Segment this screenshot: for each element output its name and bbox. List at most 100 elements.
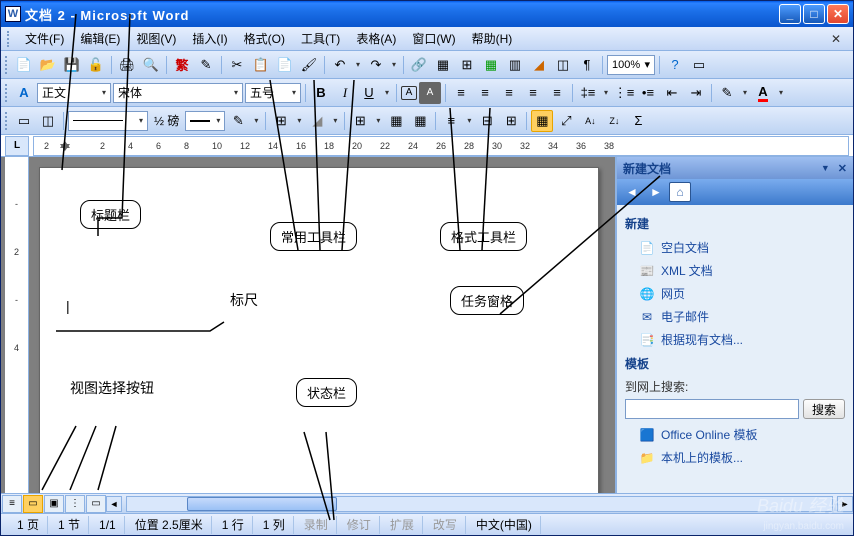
taskpane-search-input[interactable] bbox=[625, 399, 799, 419]
minimize-button[interactable]: _ bbox=[779, 4, 801, 24]
font-combo[interactable]: 宋体▾ bbox=[113, 83, 243, 103]
eraser-icon[interactable]: ◫ bbox=[37, 110, 59, 132]
document-area[interactable]: | 标题栏 常用工具栏 格式工具栏 标尺 任务窗格 视图选择按钮 状态栏 bbox=[29, 157, 615, 493]
tables-borders-icon[interactable]: ▦ bbox=[432, 54, 454, 76]
taskpane-menu-dropdown[interactable]: ▼ bbox=[821, 163, 830, 173]
scroll-right-button[interactable]: ► bbox=[837, 496, 853, 512]
shading-color-icon[interactable]: ◢ bbox=[306, 110, 328, 132]
italic-icon[interactable]: I bbox=[334, 82, 356, 104]
hanging-indent-marker[interactable] bbox=[60, 144, 70, 154]
save-icon[interactable]: 💾 bbox=[61, 54, 83, 76]
change-direction-icon[interactable]: ⤢ bbox=[555, 110, 577, 132]
linespacing-dropdown[interactable]: ▾ bbox=[601, 88, 611, 97]
bullets-icon[interactable]: •≡ bbox=[637, 82, 659, 104]
paste-icon[interactable]: 📄 bbox=[274, 54, 296, 76]
distribute-icon[interactable]: ≡ bbox=[546, 82, 568, 104]
undo-icon[interactable]: ↶ bbox=[329, 54, 351, 76]
taskpane-link-xml[interactable]: 📰XML 文档 bbox=[625, 259, 845, 282]
status-record[interactable]: 录制 bbox=[296, 516, 337, 534]
align-center-icon[interactable]: ≡ bbox=[474, 82, 496, 104]
insert-table-icon[interactable]: ⊞ bbox=[456, 54, 478, 76]
status-language[interactable]: 中文(中国) bbox=[468, 516, 541, 534]
bold-icon[interactable]: B bbox=[310, 82, 332, 104]
zoom-combo[interactable]: 100%▾ bbox=[607, 55, 655, 75]
show-hide-icon[interactable]: ¶ bbox=[576, 54, 598, 76]
outline-view-button[interactable]: ⋮ bbox=[65, 495, 85, 513]
taskpane-search-button[interactable]: 搜索 bbox=[803, 399, 845, 419]
taskpane-forward-button[interactable]: ► bbox=[645, 182, 667, 202]
font-color-icon[interactable]: A bbox=[752, 82, 774, 104]
vertical-ruler[interactable]: - 2 - 4 bbox=[5, 157, 29, 493]
increase-indent-icon[interactable]: ⇥ bbox=[685, 82, 707, 104]
taskpane-link-office-online[interactable]: 🟦Office Online 模板 bbox=[625, 423, 845, 446]
horizontal-scrollbar[interactable] bbox=[126, 496, 833, 512]
scrollbar-thumb[interactable] bbox=[187, 497, 337, 511]
menu-view[interactable]: 视图(V) bbox=[128, 28, 184, 49]
redo-dropdown[interactable]: ▾ bbox=[389, 60, 399, 69]
char-border-icon[interactable]: A bbox=[401, 86, 417, 100]
research-icon[interactable]: ✎ bbox=[195, 54, 217, 76]
insert-table-icon-2[interactable]: ⊞ bbox=[349, 110, 371, 132]
fontsize-combo[interactable]: 五号▾ bbox=[245, 83, 301, 103]
line-weight-combo[interactable]: ▾ bbox=[185, 111, 225, 131]
columns-icon[interactable]: ▥ bbox=[504, 54, 526, 76]
close-doc-button[interactable]: ✕ bbox=[825, 32, 847, 46]
draw-table-icon[interactable]: ▭ bbox=[13, 110, 35, 132]
line-style-combo[interactable]: ▾ bbox=[68, 111, 148, 131]
reading-view-button[interactable]: ▭ bbox=[86, 495, 106, 513]
menu-format[interactable]: 格式(O) bbox=[236, 28, 293, 49]
new-doc-icon[interactable]: 📄 bbox=[13, 54, 35, 76]
numbering-icon[interactable]: ⋮≡ bbox=[613, 82, 635, 104]
merge-cells-icon[interactable]: ▦ bbox=[385, 110, 407, 132]
distribute-rows-icon[interactable]: ⊟ bbox=[476, 110, 498, 132]
justify-icon[interactable]: ≡ bbox=[522, 82, 544, 104]
toolbar-handle[interactable] bbox=[5, 112, 9, 130]
underline-dropdown[interactable]: ▾ bbox=[382, 88, 392, 97]
close-button[interactable]: ✕ bbox=[827, 4, 849, 24]
autoformat-icon[interactable]: ▦ bbox=[531, 110, 553, 132]
taskpane-link-email[interactable]: ✉电子邮件 bbox=[625, 305, 845, 328]
menu-help[interactable]: 帮助(H) bbox=[464, 28, 521, 49]
horizontal-ruler[interactable]: 22468101214161820222426283032343638 bbox=[33, 136, 849, 156]
taskpane-link-blank[interactable]: 📄空白文档 bbox=[625, 236, 845, 259]
border-color-icon[interactable]: ✎ bbox=[227, 110, 249, 132]
taskpane-home-button[interactable]: ⌂ bbox=[669, 182, 691, 202]
copy-icon[interactable]: 📋 bbox=[250, 54, 272, 76]
taskpane-link-existing[interactable]: 📑根据现有文档... bbox=[625, 328, 845, 351]
toolbar-handle[interactable] bbox=[5, 56, 9, 74]
scroll-left-button[interactable]: ◄ bbox=[106, 496, 122, 512]
permissions-icon[interactable]: 🔓 bbox=[85, 54, 107, 76]
status-extend[interactable]: 扩展 bbox=[382, 516, 423, 534]
help-icon[interactable]: ? bbox=[664, 54, 686, 76]
menu-file[interactable]: 文件(F) bbox=[17, 28, 72, 49]
web-layout-view-button[interactable]: ▭ bbox=[23, 495, 43, 513]
print-preview-icon[interactable]: 🔍 bbox=[140, 54, 162, 76]
underline-icon[interactable]: U bbox=[358, 82, 380, 104]
taskpane-back-button[interactable]: ◄ bbox=[621, 182, 643, 202]
distribute-cols-icon[interactable]: ⊞ bbox=[500, 110, 522, 132]
tab-selector[interactable]: L bbox=[5, 136, 29, 156]
autosum-icon[interactable]: Σ bbox=[627, 110, 649, 132]
style-combo[interactable]: 正文▾ bbox=[37, 83, 111, 103]
page[interactable]: | 标题栏 常用工具栏 格式工具栏 标尺 任务窗格 视图选择按钮 状态栏 bbox=[39, 167, 599, 493]
taskpane-link-local-templates[interactable]: 📁本机上的模板... bbox=[625, 446, 845, 469]
toolbar-handle[interactable] bbox=[5, 84, 9, 102]
status-track[interactable]: 修订 bbox=[339, 516, 380, 534]
status-overtype[interactable]: 改写 bbox=[425, 516, 466, 534]
format-painter-icon[interactable]: 🖌 bbox=[298, 54, 320, 76]
taskpane-link-web[interactable]: 🌐网页 bbox=[625, 282, 845, 305]
sort-asc-icon[interactable]: A↓ bbox=[579, 110, 601, 132]
redo-icon[interactable]: ↷ bbox=[365, 54, 387, 76]
menu-tools[interactable]: 工具(T) bbox=[293, 28, 348, 49]
print-layout-view-button[interactable]: ▣ bbox=[44, 495, 64, 513]
align-right-icon[interactable]: ≡ bbox=[498, 82, 520, 104]
char-shading-icon[interactable]: A bbox=[419, 82, 441, 104]
menu-insert[interactable]: 插入(I) bbox=[184, 28, 235, 49]
decrease-indent-icon[interactable]: ⇤ bbox=[661, 82, 683, 104]
highlight-dropdown[interactable]: ▾ bbox=[740, 88, 750, 97]
read-mode-icon[interactable]: ▭ bbox=[688, 54, 710, 76]
spelling-icon[interactable]: 繁 bbox=[171, 54, 193, 76]
hyperlink-icon[interactable]: 🔗 bbox=[408, 54, 430, 76]
maximize-button[interactable]: □ bbox=[803, 4, 825, 24]
cut-icon[interactable]: ✂ bbox=[226, 54, 248, 76]
